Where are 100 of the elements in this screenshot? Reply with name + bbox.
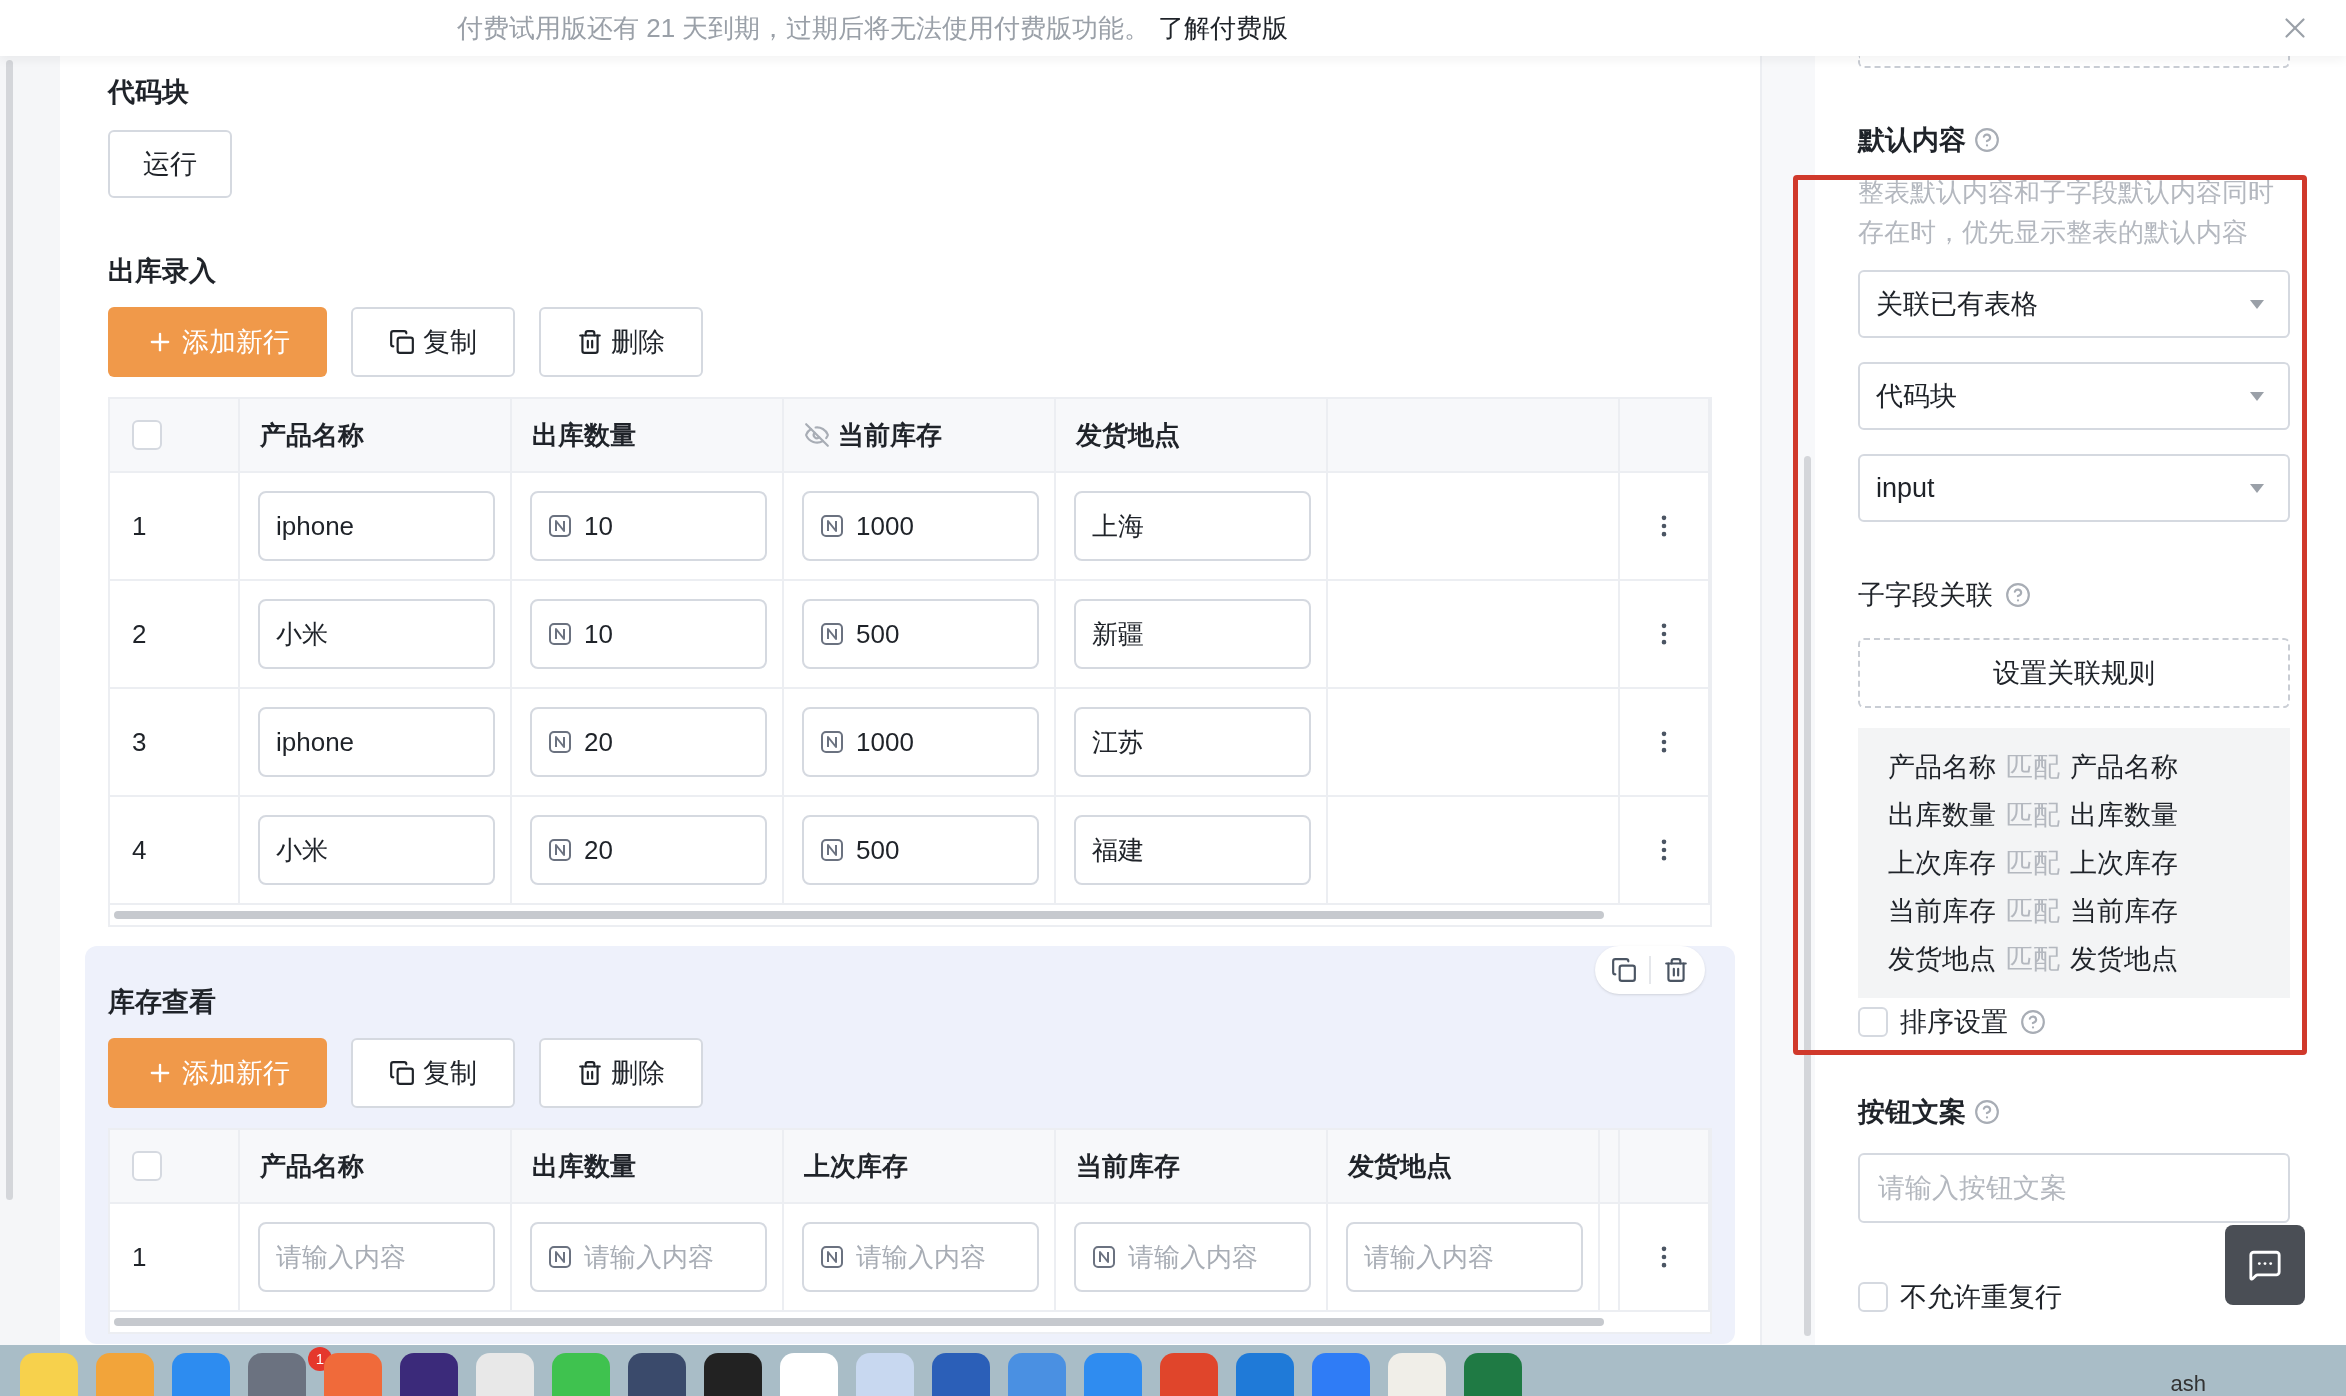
select-field[interactable]: 代码块 [1858, 362, 2290, 430]
scrollbar[interactable] [114, 911, 1604, 919]
number-type-icon [548, 514, 572, 538]
number-type-icon [548, 730, 572, 754]
setting-title: 按钮文案 [1858, 1095, 1966, 1129]
select-field[interactable]: input [1858, 454, 2290, 522]
mapping-relation: 匹配 [2006, 846, 2060, 880]
no-duplicate-checkbox[interactable] [1858, 1282, 1888, 1312]
section-title: 库存查看 [108, 986, 217, 1019]
cell-input[interactable]: 20 [530, 707, 767, 777]
mapping-target: 当前库存 [2070, 894, 2178, 928]
cell-input[interactable]: 1000 [802, 491, 1039, 561]
setting-title: 默认内容 [1858, 123, 1966, 157]
trash-icon [577, 329, 603, 355]
cell-input[interactable]: 福建 [1074, 815, 1311, 885]
cell-input[interactable]: 上海 [1074, 491, 1311, 561]
number-type-icon [820, 622, 844, 646]
mapping-source: 产品名称 [1888, 750, 1996, 784]
copy-button[interactable]: 复制 [351, 307, 515, 377]
section-title: 出库录入 [108, 255, 217, 288]
row-number: 1 [132, 1240, 147, 1274]
trial-message: 付费试用版还有 21 天到期，过期后将无法使用付费版功能。 [457, 11, 1151, 45]
mapping-target: 上次库存 [2070, 846, 2178, 880]
number-type-icon [548, 1245, 572, 1269]
cell-input[interactable]: 500 [802, 815, 1039, 885]
setting-title: 子字段关联 [1858, 578, 1993, 612]
mapping-source: 出库数量 [1888, 798, 1996, 832]
column-header: 上次库存 [804, 1149, 908, 1183]
help-icon[interactable] [2020, 1009, 2046, 1035]
dropdown-caret-icon [2250, 391, 2264, 401]
scrollbar[interactable] [1804, 456, 1811, 1336]
chat-button[interactable] [2225, 1225, 2305, 1305]
number-type-icon [548, 838, 572, 862]
cell-input[interactable]: 江苏 [1074, 707, 1311, 777]
column-header: 当前库存 [838, 418, 942, 452]
app-icon[interactable] [628, 1353, 686, 1396]
copy-icon[interactable] [1611, 957, 1637, 983]
app-icon[interactable] [400, 1353, 458, 1396]
mapping-target: 出库数量 [2070, 798, 2178, 832]
number-type-icon [820, 838, 844, 862]
row-number: 4 [132, 833, 147, 867]
column-header: 当前库存 [1076, 1149, 1180, 1183]
mapping-source: 当前库存 [1888, 894, 1996, 928]
column-header: 产品名称 [260, 1149, 364, 1183]
dashed-field[interactable] [1858, 56, 2290, 68]
number-type-icon [548, 622, 572, 646]
cell-input[interactable]: 1000 [802, 707, 1039, 777]
mapping-relation: 匹配 [2006, 894, 2060, 928]
help-icon[interactable] [1974, 127, 2000, 153]
copy-button[interactable]: 复制 [351, 1038, 515, 1108]
number-type-icon [820, 730, 844, 754]
cell-input[interactable]: 10 [530, 491, 767, 561]
select-all-checkbox[interactable] [132, 420, 162, 450]
number-type-icon [820, 1245, 844, 1269]
help-icon[interactable] [1974, 1099, 2000, 1125]
cell-input[interactable]: 新疆 [1074, 599, 1311, 669]
pricing-link[interactable]: 了解付费版 [1158, 8, 1289, 48]
row-number: 3 [132, 725, 147, 759]
column-header: 发货地点 [1348, 1149, 1452, 1183]
cell-input[interactable]: iphone [258, 707, 495, 777]
cell-input[interactable]: iphone [258, 491, 495, 561]
app-icon[interactable] [704, 1353, 762, 1396]
trash-icon[interactable] [1663, 957, 1689, 983]
mapping-relation: 匹配 [2006, 798, 2060, 832]
row-number: 2 [132, 617, 147, 651]
select-field[interactable]: 关联已有表格 [1858, 270, 2290, 338]
trash-icon [577, 1060, 603, 1086]
chat-icon [2248, 1248, 2282, 1282]
delete-button[interactable]: 删除 [539, 1038, 703, 1108]
scrollbar[interactable] [6, 60, 13, 1200]
number-type-icon [820, 514, 844, 538]
column-header: 出库数量 [532, 1149, 636, 1183]
dropdown-caret-icon [2250, 483, 2264, 493]
column-header: 发货地点 [1076, 418, 1180, 452]
set-rule-button[interactable]: 设置关联规则 [1858, 638, 2290, 708]
checkbox-label: 不允许重复行 [1900, 1280, 2062, 1314]
row-number: 1 [132, 509, 147, 543]
run-button[interactable]: 运行 [108, 130, 232, 198]
section-title: 代码块 [108, 76, 190, 109]
mapping-relation: 匹配 [2006, 942, 2060, 976]
mapping-source: 发货地点 [1888, 942, 1996, 976]
select-all-checkbox[interactable] [132, 1151, 162, 1181]
mapping-target: 发货地点 [2070, 942, 2178, 976]
sort-checkbox[interactable] [1858, 1007, 1888, 1037]
help-icon[interactable] [2005, 582, 2031, 608]
button-text-field[interactable]: 请输入按钮文案 [1858, 1153, 2290, 1223]
cell-input[interactable]: 小米 [258, 599, 495, 669]
delete-button[interactable]: 删除 [539, 307, 703, 377]
column-header: 产品名称 [260, 418, 364, 452]
column-header: 出库数量 [532, 418, 636, 452]
cell-input[interactable]: 10 [530, 599, 767, 669]
selected-section-panel[interactable]: 库存查看 添加新行 复制 删除 产品名称 出库数量 上次库存 当前库存 发货地点 1 请输入内容 请输入内容 请输入内容 请输入内容 请输入内容 [85, 946, 1735, 1344]
scrollbar[interactable] [114, 1318, 1604, 1326]
mapping-source: 上次库存 [1888, 846, 1996, 880]
hint-text: 整表默认内容和子字段默认内容同时存在时，优先显示整表的默认内容 [1858, 176, 2275, 249]
checkbox-label: 排序设置 [1900, 1005, 2008, 1039]
cell-input[interactable]: 500 [802, 599, 1039, 669]
cell-input[interactable]: 小米 [258, 815, 495, 885]
cell-input[interactable]: 20 [530, 815, 767, 885]
dock-label: ash [2170, 1370, 2206, 1396]
